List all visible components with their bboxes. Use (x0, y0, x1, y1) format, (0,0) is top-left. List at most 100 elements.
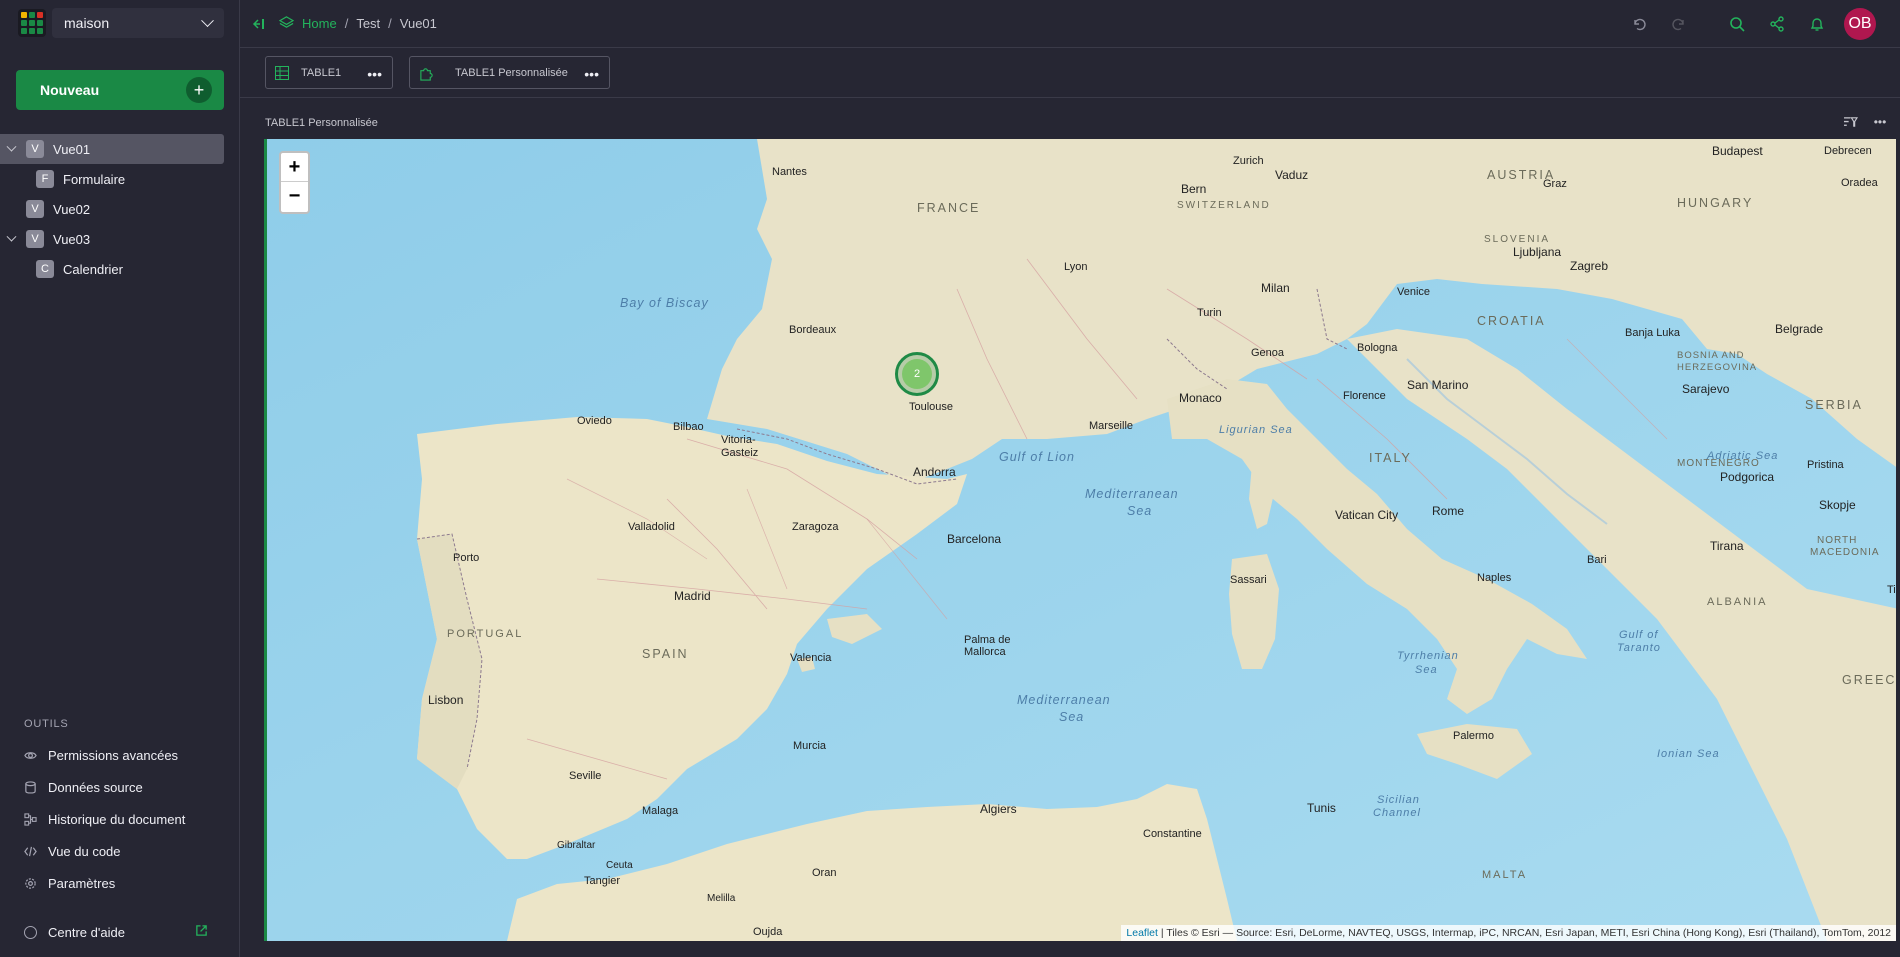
svg-text:Tangier: Tangier (584, 875, 620, 887)
map-tiles[interactable]: FRANCE SWITZERLAND AUSTRIA HUNGARY SLOVE… (267, 139, 1896, 941)
bell-icon[interactable] (1808, 15, 1826, 33)
zoom-out-button[interactable]: − (281, 182, 308, 211)
svg-text:Genoa: Genoa (1251, 347, 1285, 359)
svg-text:Malaga: Malaga (642, 805, 679, 817)
tool-label: Données source (48, 779, 143, 795)
chevron-down-icon[interactable] (0, 141, 22, 153)
svg-text:SERBIA: SERBIA (1805, 398, 1863, 412)
svg-text:Palermo: Palermo (1453, 730, 1494, 742)
new-button[interactable]: Nouveau + (16, 70, 224, 110)
breadcrumb-home[interactable]: Home (302, 16, 337, 31)
svg-text:Tirana: Tirana (1710, 539, 1744, 553)
svg-text:San Marino: San Marino (1407, 378, 1469, 392)
svg-text:Zurich: Zurich (1233, 155, 1264, 167)
undo-icon[interactable] (1630, 15, 1648, 33)
svg-text:Debrecen: Debrecen (1824, 145, 1872, 157)
redo-icon[interactable] (1670, 15, 1688, 33)
svg-text:Sea: Sea (1127, 504, 1152, 518)
search-icon[interactable] (1728, 15, 1746, 33)
svg-text:Banja Luka: Banja Luka (1625, 327, 1681, 339)
svg-text:PORTUGAL: PORTUGAL (447, 628, 523, 640)
svg-text:CROATIA: CROATIA (1477, 314, 1546, 328)
widget-tab-table1[interactable]: TABLE1 ••• (265, 56, 393, 89)
svg-text:Oujda: Oujda (753, 926, 783, 938)
page-item-vue03[interactable]: V Vue03 (0, 224, 224, 254)
page-label: Vue02 (53, 201, 91, 217)
page-item-vue01[interactable]: V Vue01 (0, 134, 224, 164)
svg-text:Ionian Sea: Ionian Sea (1657, 748, 1720, 760)
svg-text:Andorra: Andorra (913, 465, 956, 479)
new-button-label: Nouveau (40, 82, 100, 98)
svg-text:Vatican City: Vatican City (1335, 508, 1398, 522)
svg-text:Nantes: Nantes (772, 166, 807, 178)
chevron-down-icon[interactable] (0, 231, 22, 243)
tool-history[interactable]: Historique du document (0, 803, 240, 835)
widget-tab-label: TABLE1 (301, 66, 342, 79)
svg-text:SPAIN: SPAIN (642, 647, 689, 661)
svg-text:Zaragoza: Zaragoza (792, 521, 839, 533)
sort-filter-icon[interactable] (1842, 114, 1858, 130)
svg-text:Monaco: Monaco (1179, 391, 1222, 405)
external-link-icon (195, 924, 208, 940)
svg-text:Algiers: Algiers (980, 802, 1017, 816)
svg-text:Oviedo: Oviedo (577, 415, 612, 427)
svg-text:ALBANIA: ALBANIA (1707, 596, 1767, 608)
layers-icon (278, 15, 295, 33)
lifebuoy-icon (24, 925, 37, 939)
svg-text:Podgorica: Podgorica (1720, 470, 1774, 484)
leaflet-link[interactable]: Leaflet (1126, 927, 1158, 939)
app-logo[interactable] (18, 9, 46, 37)
page-item-vue02[interactable]: V Vue02 (0, 194, 224, 224)
tool-label: Permissions avancées (48, 747, 179, 763)
svg-text:MALTA: MALTA (1482, 869, 1527, 881)
svg-text:Vaduz: Vaduz (1275, 168, 1308, 182)
more-options-icon[interactable]: ••• (367, 66, 382, 82)
tools-list: Permissions avancées Données source Hist… (0, 739, 240, 899)
page-type-badge: V (26, 200, 44, 218)
tool-code-view[interactable]: Vue du code (0, 835, 240, 867)
svg-text:Taranto: Taranto (1617, 642, 1661, 654)
help-center-link[interactable]: Centre d'aide (24, 924, 208, 940)
svg-text:Mediterranean: Mediterranean (1085, 487, 1179, 501)
svg-text:Tyrrhenian: Tyrrhenian (1397, 650, 1459, 662)
plus-icon: + (186, 77, 212, 103)
tool-label: Historique du document (48, 811, 186, 827)
svg-text:Lyon: Lyon (1064, 261, 1087, 273)
page-label: Vue01 (53, 141, 91, 157)
svg-text:MACEDONIA: MACEDONIA (1810, 547, 1880, 558)
svg-text:Bordeaux: Bordeaux (789, 324, 837, 336)
svg-text:Bay of Biscay: Bay of Biscay (620, 296, 709, 310)
org-selector[interactable]: maison (52, 8, 224, 38)
svg-text:Constantine: Constantine (1143, 828, 1202, 840)
svg-text:Naples: Naples (1477, 572, 1512, 584)
svg-text:Lisbon: Lisbon (428, 693, 463, 707)
tool-settings[interactable]: Paramètres (0, 867, 240, 899)
widget-tab-table1-personnalisee[interactable]: TABLE1 Personnalisée ••• (409, 56, 610, 89)
widgets-bar: TABLE1 ••• TABLE1 Personnalisée ••• (240, 48, 1900, 98)
marker-cluster[interactable]: 2 (895, 352, 939, 396)
page-item-calendrier[interactable]: C Calendrier (0, 254, 224, 284)
svg-text:SLOVENIA: SLOVENIA (1484, 234, 1550, 245)
svg-text:Valladolid: Valladolid (628, 521, 675, 533)
zoom-control: + − (279, 151, 310, 214)
tool-permissions[interactable]: Permissions avancées (0, 739, 240, 771)
user-avatar[interactable]: OB (1844, 8, 1876, 40)
svg-text:ITALY: ITALY (1369, 451, 1412, 465)
tool-label: Paramètres (48, 875, 116, 891)
database-icon (24, 780, 37, 794)
zoom-in-button[interactable]: + (281, 153, 308, 182)
tool-data-source[interactable]: Données source (0, 771, 240, 803)
org-row: maison (18, 8, 224, 38)
breadcrumb-workspace[interactable]: Test (356, 16, 380, 31)
more-options-icon[interactable]: ••• (584, 66, 599, 82)
svg-text:Zagreb: Zagreb (1570, 259, 1608, 273)
collapse-sidebar-icon[interactable] (251, 17, 265, 31)
map-view[interactable]: FRANCE SWITZERLAND AUSTRIA HUNGARY SLOVE… (264, 139, 1896, 941)
svg-text:Ceuta: Ceuta (606, 860, 633, 871)
more-options-icon[interactable]: ••• (1872, 114, 1888, 130)
section-actions: ••• (1828, 114, 1888, 130)
page-item-formulaire[interactable]: F Formulaire (0, 164, 224, 194)
svg-text:Valencia: Valencia (790, 652, 832, 664)
svg-text:Mallorca: Mallorca (964, 646, 1006, 658)
share-icon[interactable] (1768, 15, 1786, 33)
